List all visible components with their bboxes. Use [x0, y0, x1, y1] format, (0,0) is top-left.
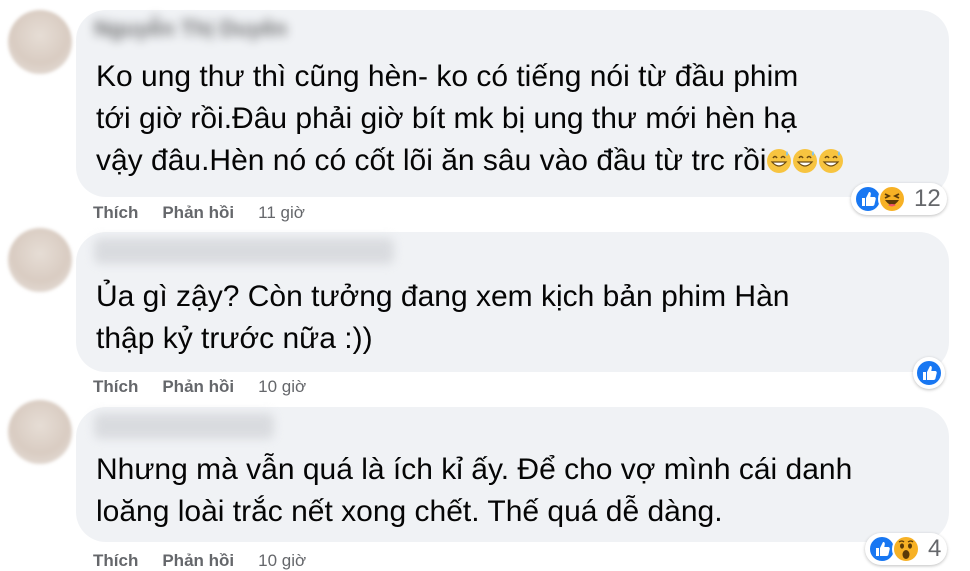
comment-actions: Thích Phản hồi 10 giờ — [93, 377, 306, 397]
avatar[interactable] — [8, 228, 72, 292]
comment-bubble: Nhưng mà vẫn quá là ích kỉ ấy. Để cho vợ… — [76, 407, 949, 542]
reaction-summary[interactable]: 4 — [865, 533, 948, 565]
grinning-sweat-icon — [818, 144, 844, 186]
like-icon — [915, 359, 943, 387]
comment-line: thập kỷ trước nữa :)) — [96, 322, 373, 355]
comment-author[interactable]: Nguyễn Thị Duyên — [94, 16, 287, 46]
comment-line: tới giờ rồi.Đâu phải giờ bít mk bị ung t… — [96, 102, 797, 135]
haha-icon — [878, 185, 906, 213]
avatar[interactable] — [8, 10, 72, 74]
reply-button[interactable]: Phản hồi — [162, 203, 234, 223]
comment-author[interactable] — [94, 413, 274, 439]
like-button[interactable]: Thích — [93, 203, 138, 223]
grinning-sweat-icon — [792, 144, 818, 186]
reply-button[interactable]: Phản hồi — [162, 377, 234, 397]
timestamp[interactable]: 10 giờ — [258, 551, 306, 571]
comment-author[interactable] — [94, 238, 394, 264]
comment-bubble: Nguyễn Thị Duyên Ko ung thư thì cũng hèn… — [76, 10, 949, 197]
avatar[interactable] — [8, 400, 72, 464]
wow-icon — [892, 535, 920, 563]
comment-line: Ủa gì zậy? Còn tưởng đang xem kịch bản p… — [96, 280, 790, 313]
timestamp[interactable]: 10 giờ — [258, 377, 306, 397]
comment-actions: Thích Phản hồi 10 giờ — [93, 551, 306, 571]
comment-bubble: Ủa gì zậy? Còn tưởng đang xem kịch bản p… — [76, 232, 949, 372]
comment-line-with-emoji: vậy đâu.Hèn nó có cốt lõi ăn sâu vào đầu… — [96, 140, 844, 186]
like-button[interactable]: Thích — [93, 551, 138, 571]
reaction-count: 12 — [914, 185, 941, 212]
reaction-count: 4 — [928, 535, 942, 562]
like-button[interactable]: Thích — [93, 377, 138, 397]
comment-line: Nhưng mà vẫn quá là ích kỉ ấy. Để cho vợ… — [96, 453, 853, 486]
comment-line: Ko ung thư thì cũng hèn- ko có tiếng nói… — [96, 60, 799, 93]
reaction-summary[interactable]: 12 — [851, 183, 947, 215]
comment-line: vậy đâu.Hèn nó có cốt lõi ăn sâu vào đầu… — [96, 144, 767, 177]
comment-line: loăng loài trắc nết xong chết. Thế quá d… — [96, 495, 723, 528]
timestamp[interactable]: 11 giờ — [258, 203, 305, 223]
reaction-summary[interactable] — [913, 357, 945, 389]
reply-button[interactable]: Phản hồi — [162, 551, 234, 571]
comment-actions: Thích Phản hồi 11 giờ — [93, 203, 305, 223]
grinning-sweat-icon — [766, 144, 792, 186]
